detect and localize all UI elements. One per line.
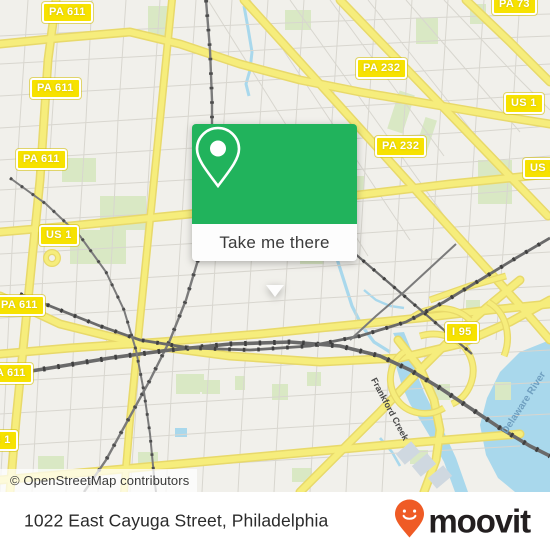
moovit-logo[interactable]: moovit — [394, 499, 531, 544]
map-canvas[interactable]: PA 611 PA 611 PA 611 US 1 PA 611 PA 611 US 1 PA… — [0, 0, 550, 492]
attribution-text: © OpenStreetMap contributors — [10, 473, 190, 488]
road-shield: US 1 — [504, 93, 544, 114]
location-popup-card[interactable]: Take me there — [192, 124, 357, 297]
road-shield: US 1 — [0, 430, 18, 451]
road-shield: PA 611 — [0, 363, 33, 384]
popup-action-area[interactable]: Take me there — [192, 224, 357, 261]
popup-tail — [265, 285, 284, 297]
map-attribution: © OpenStreetMap contributors — [0, 469, 198, 492]
road-shield: PA 611 — [30, 78, 81, 99]
road-shield: I 95 — [445, 322, 479, 343]
road-shield: PA 73 — [492, 0, 537, 15]
popup-pin-area — [192, 124, 357, 224]
take-me-there-label: Take me there — [219, 232, 330, 252]
footer-bar: 1022 East Cayuga Street, Philadelphia mo… — [0, 492, 550, 550]
moovit-wordmark: moovit — [428, 502, 531, 540]
map-screenshot: PA 611 PA 611 PA 611 US 1 PA 611 PA 611 US 1 PA… — [0, 0, 550, 550]
road-shield: PA 611 — [16, 149, 67, 170]
road-shield: PA 611 — [0, 295, 45, 316]
address-text: 1022 East Cayuga Street, Philadelphia — [24, 510, 329, 531]
road-shield: PA 611 — [42, 2, 93, 23]
moovit-pin-icon — [394, 499, 425, 544]
road-shield: US 1 — [39, 225, 79, 246]
road-shield: PA 232 — [375, 136, 427, 157]
road-shield: PA 232 — [356, 58, 408, 79]
road-shield: US 1 — [523, 158, 550, 179]
